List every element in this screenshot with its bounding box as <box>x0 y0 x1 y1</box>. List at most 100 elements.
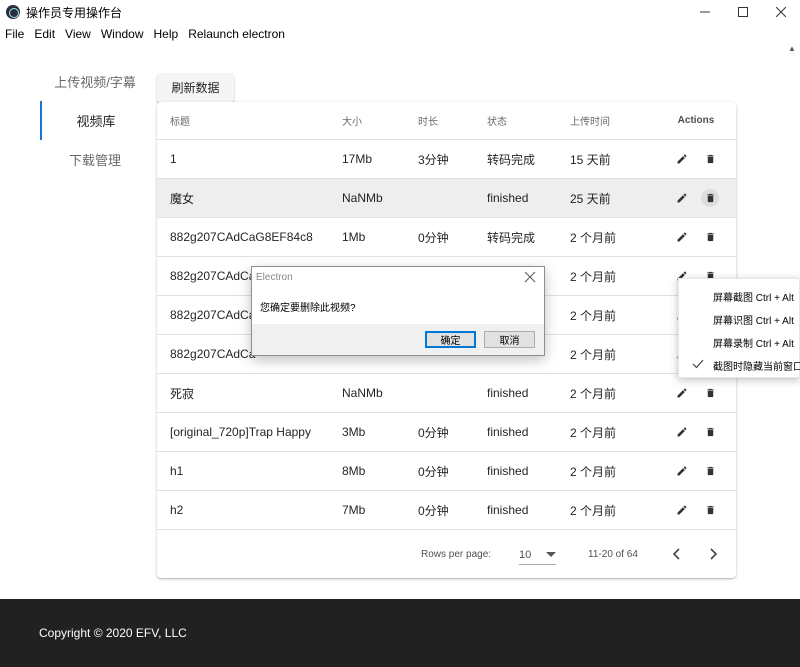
context-menu-item-screenshot[interactable]: 屏幕截图 Ctrl + Alt <box>679 285 799 308</box>
dialog-cancel-button[interactable]: 取消 <box>484 331 535 348</box>
table-pagination: Rows per page: 10 11-20 of 64 <box>157 530 736 578</box>
next-page-button[interactable] <box>702 542 726 566</box>
cell-duration: 0分钟 <box>418 425 449 440</box>
edit-icon <box>677 232 687 242</box>
edit-button[interactable] <box>673 150 691 168</box>
cell-size: 3Mb <box>342 425 366 439</box>
edit-icon <box>677 193 687 203</box>
menu-view[interactable]: View <box>60 27 96 41</box>
menu-relaunch-electron[interactable]: Relaunch electron <box>183 27 290 41</box>
column-header-duration[interactable]: 时长 <box>418 113 487 128</box>
cell-title: 882g207CAdCaG8EF84c8 <box>170 230 313 244</box>
dialog-message: 您确定要删除此视频? <box>260 302 356 314</box>
cell-size: 1Mb <box>342 230 366 244</box>
close-window-button[interactable] <box>762 0 800 24</box>
menu-file[interactable]: File <box>0 27 29 41</box>
menu-edit[interactable]: Edit <box>29 27 60 41</box>
delete-button[interactable] <box>701 150 719 168</box>
delete-button[interactable] <box>701 462 719 480</box>
edit-button[interactable] <box>673 501 691 519</box>
scrollbar-up-arrow[interactable]: ▲ <box>788 44 798 54</box>
checkmark-icon <box>692 359 704 369</box>
cell-status: 转码完成 <box>487 230 536 245</box>
cell-status: finished <box>487 464 529 478</box>
edit-icon <box>677 505 687 515</box>
minimize-button[interactable] <box>686 0 724 24</box>
delete-icon <box>706 388 714 398</box>
window-title: 操作员专用操作台 <box>26 5 123 20</box>
cell-upload-time: 2 个月前 <box>570 269 617 284</box>
cell-title: 1 <box>170 152 177 166</box>
cell-status: finished <box>487 191 529 205</box>
cell-actions <box>656 150 736 168</box>
menu-window[interactable]: Window <box>96 27 149 41</box>
delete-icon <box>706 232 714 242</box>
cell-duration: 0分钟 <box>418 503 449 518</box>
delete-button[interactable] <box>701 228 719 246</box>
cell-title: h1 <box>170 464 184 478</box>
sidebar-item-video-library[interactable]: 视频库 <box>40 101 150 140</box>
site-footer: Copyright © 2020 EFV, LLC <box>0 599 800 667</box>
edit-button[interactable] <box>673 189 691 207</box>
edit-button[interactable] <box>673 462 691 480</box>
cell-size: NaNMb <box>342 191 383 205</box>
table-row[interactable]: 882g207CAdCaG8EF84c8 1Mb 0分钟 转码完成 2 个月前 <box>157 218 736 257</box>
cell-title: 魔女 <box>170 191 195 206</box>
edit-button[interactable] <box>673 228 691 246</box>
cell-actions <box>656 189 736 207</box>
cell-size: 7Mb <box>342 503 366 517</box>
context-menu-item-hide-window[interactable]: 截图时隐藏当前窗口 <box>679 354 800 377</box>
cell-upload-time: 15 天前 <box>570 152 611 167</box>
delete-button[interactable] <box>701 501 719 519</box>
dialog-close-icon[interactable] <box>524 271 536 283</box>
column-header-title[interactable]: 标题 <box>157 113 342 128</box>
chevron-left-icon <box>672 548 680 560</box>
cell-upload-time: 2 个月前 <box>570 386 617 401</box>
refresh-data-button[interactable]: 刷新数据 <box>157 73 234 102</box>
sidebar: 上传视频/字幕 视频库 下载管理 <box>40 62 150 179</box>
previous-page-button[interactable] <box>664 542 688 566</box>
column-header-status[interactable]: 状态 <box>487 113 570 128</box>
table-row[interactable]: 死寂 NaNMb finished 2 个月前 <box>157 374 736 413</box>
cell-title: 死寂 <box>170 386 195 401</box>
context-menu-item-screen-recording[interactable]: 屏幕录制 Ctrl + Alt <box>679 331 799 354</box>
context-menu-item-screen-recognition[interactable]: 屏幕识图 Ctrl + Alt <box>679 308 799 331</box>
delete-button[interactable] <box>701 384 719 402</box>
page-range-text: 11-20 of 64 <box>588 548 638 560</box>
context-menu-item-label: 截图时隐藏当前窗口 <box>713 362 800 373</box>
cell-size: NaNMb <box>342 386 383 400</box>
table-row[interactable]: 1 17Mb 3分钟 转码完成 15 天前 <box>157 140 736 179</box>
delete-icon <box>706 427 714 437</box>
rows-per-page-select[interactable]: 10 <box>519 543 557 565</box>
sidebar-item-upload[interactable]: 上传视频/字幕 <box>40 62 150 101</box>
column-header-size[interactable]: 大小 <box>342 113 418 128</box>
table-row[interactable]: h1 8Mb 0分钟 finished 2 个月前 <box>157 452 736 491</box>
edit-icon <box>677 466 687 476</box>
dialog-title: Electron <box>256 272 293 283</box>
cell-actions <box>656 462 736 480</box>
table-row[interactable]: h2 7Mb 0分钟 finished 2 个月前 <box>157 491 736 530</box>
sidebar-item-download-manager[interactable]: 下载管理 <box>40 140 150 179</box>
column-header-actions: Actions <box>677 115 715 126</box>
menu-help[interactable]: Help <box>149 27 184 41</box>
edit-button[interactable] <box>673 423 691 441</box>
rows-per-page-label: Rows per page: <box>421 548 492 560</box>
column-header-upload-time[interactable]: 上传时间 <box>570 113 656 128</box>
dialog-ok-button[interactable]: 确定 <box>425 331 476 348</box>
electron-app-icon <box>6 5 20 19</box>
cell-title: h2 <box>170 503 184 517</box>
cell-upload-time: 25 天前 <box>570 191 611 206</box>
table-row[interactable]: 魔女 NaNMb finished 25 天前 <box>157 179 736 218</box>
close-icon <box>776 7 786 17</box>
cell-duration: 3分钟 <box>418 152 449 167</box>
cell-size: 17Mb <box>342 152 373 166</box>
delete-button[interactable] <box>701 423 719 441</box>
dialog-title-bar: Electron <box>252 267 544 288</box>
rows-per-page-value: 10 <box>519 548 532 561</box>
delete-button[interactable] <box>701 189 719 207</box>
table-row[interactable]: [original_720p]Trap Happy 3Mb 0分钟 finished 2… <box>157 413 736 452</box>
edit-button[interactable] <box>673 384 691 402</box>
title-bar: 操作员专用操作台 <box>0 0 800 24</box>
maximize-button[interactable] <box>724 0 762 24</box>
cell-upload-time: 2 个月前 <box>570 308 617 323</box>
